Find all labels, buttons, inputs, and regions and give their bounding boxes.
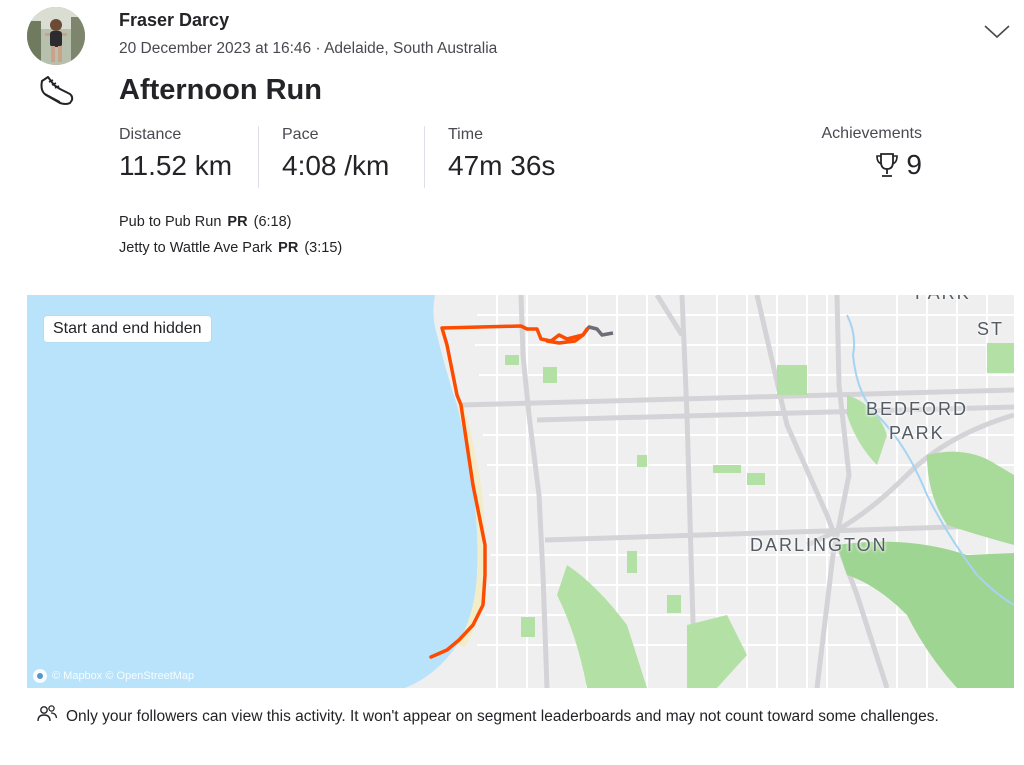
achievements-label: Achievements — [821, 125, 923, 142]
chevron-down-icon[interactable] — [982, 20, 1012, 42]
stat-label: Pace — [282, 126, 319, 143]
followers-icon — [37, 705, 58, 722]
map-attribution-text: © Mapbox © OpenStreetMap — [52, 670, 195, 682]
stat-label: Time — [448, 126, 483, 143]
activity-title: Afternoon Run — [119, 74, 322, 106]
privacy-notice: Only your followers can view this activi… — [36, 704, 996, 730]
achievements-count: 9 — [906, 149, 922, 180]
athlete-name[interactable]: Fraser Darcy — [119, 10, 229, 31]
segment-achievement[interactable]: Pub to Pub Run PR (6:18) — [119, 214, 292, 230]
map-label-park-top: PARK — [915, 295, 971, 304]
activity-date-location: 20 December 2023 at 16:46 · Adelaide, So… — [119, 40, 498, 57]
segment-name: Pub to Pub Run — [119, 214, 222, 230]
stat-value: 4:08 /km — [282, 150, 390, 181]
stat-value: 11.52 km — [119, 150, 233, 181]
athlete-avatar[interactable] — [27, 7, 85, 65]
stat-time: Time 47m 36s — [448, 126, 555, 182]
map-canvas — [27, 295, 1014, 688]
privacy-text: Only your followers can view this activi… — [66, 708, 939, 725]
pr-badge: PR — [278, 240, 299, 256]
stat-divider — [258, 126, 259, 188]
achievements[interactable]: Achievements 9 — [790, 125, 923, 181]
segment-achievement[interactable]: Jetty to Wattle Ave Park PR (3:15) — [119, 240, 342, 256]
trophy-icon — [876, 153, 899, 177]
avatar-photo — [27, 7, 85, 65]
stat-value: 47m 36s — [448, 150, 556, 181]
segment-time: (6:18) — [253, 214, 292, 230]
pr-badge: PR — [227, 214, 248, 230]
stat-distance: Distance 11.52 km — [119, 126, 232, 182]
stat-divider — [424, 126, 425, 188]
map-label-bedford: BEDFORD — [866, 399, 969, 419]
mapbox-logo-icon — [33, 669, 47, 683]
stat-pace: Pace 4:08 /km — [282, 126, 389, 182]
running-shoe-icon — [40, 76, 74, 105]
map-label-st: ST — [977, 319, 1005, 339]
segment-time: (3:15) — [304, 240, 343, 256]
stat-label: Distance — [119, 126, 182, 143]
map-label-park: PARK — [889, 423, 945, 443]
start-end-hidden-badge: Start and end hidden — [44, 316, 211, 342]
activity-map[interactable]: BEDFORD PARK DARLINGTON ST PARK Start an… — [27, 295, 1014, 688]
sea-area — [27, 295, 478, 688]
map-attribution[interactable]: © Mapbox © OpenStreetMap — [33, 669, 194, 683]
segment-name: Jetty to Wattle Ave Park — [119, 240, 273, 256]
map-label-darlington: DARLINGTON — [750, 535, 888, 555]
